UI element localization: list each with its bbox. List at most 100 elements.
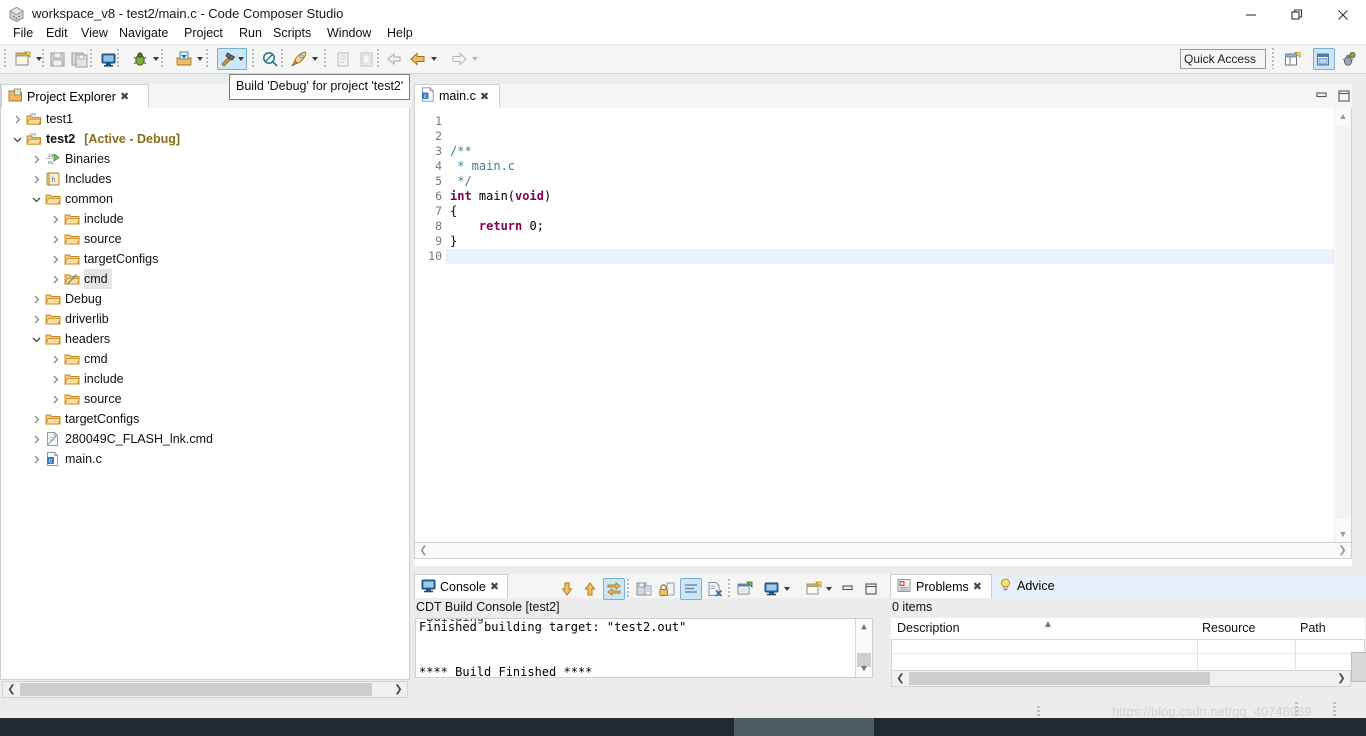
tree-item-test2[interactable]: ccs test2 [Active - Debug]	[9, 129, 180, 149]
code-line[interactable]: {	[450, 204, 457, 219]
tab-console[interactable]: Console ✖	[414, 574, 508, 598]
debug-icon[interactable]	[129, 48, 151, 70]
back-dropdown-icon[interactable]	[428, 48, 439, 70]
scroll-right-icon[interactable]: ❯	[390, 682, 407, 697]
hscroll-thumb[interactable]	[909, 672, 1210, 685]
editor-text-area[interactable]: 1 2 3 4 5 6 7 8 9 10 /** * main.c */int main(void…	[414, 108, 1352, 542]
remove-console-icon[interactable]	[704, 578, 726, 600]
editor-vscrollbar[interactable]: ▲ ▼	[1334, 108, 1351, 542]
chevron-down-icon[interactable]	[28, 329, 44, 349]
explorer-hscrollbar[interactable]: ❮ ❯	[2, 681, 408, 698]
menu-scripts[interactable]: Scripts	[266, 22, 318, 44]
scroll-down-icon[interactable]: ▼	[1335, 526, 1351, 542]
tree-item-driverlib[interactable]: driverlib	[28, 309, 113, 329]
new-file-icon[interactable]	[12, 48, 34, 70]
scroll-up-icon[interactable]: ▲	[1335, 108, 1351, 124]
chevron-right-icon[interactable]	[47, 269, 63, 289]
column-header-description[interactable]: Description ▲	[891, 618, 1196, 640]
tab-close-icon[interactable]: ✖	[480, 90, 489, 103]
tab-main-c[interactable]: c main.c ✖	[414, 84, 500, 108]
scroll-right-icon[interactable]: ❯	[1334, 543, 1351, 558]
tree-item-280049c-flash-lnk-cmd[interactable]: 280049C_FLASH_lnk.cmd	[28, 429, 217, 449]
chevron-right-icon[interactable]	[9, 109, 25, 129]
chevron-right-icon[interactable]	[47, 369, 63, 389]
scroll-down-icon[interactable]: ▼	[856, 661, 872, 677]
tree-item-binaries[interactable]: 10 01 Binaries	[28, 149, 114, 169]
pin-console-icon[interactable]	[603, 578, 625, 600]
launch-dropdown-icon[interactable]	[309, 48, 320, 70]
editor-hscrollbar[interactable]: ❮ ❯	[414, 542, 1352, 559]
code-line[interactable]: int main(void)	[450, 189, 551, 204]
lock-scroll-icon[interactable]	[656, 578, 678, 600]
menu-window[interactable]: Window	[320, 22, 378, 44]
tab-close-icon[interactable]: ✖	[120, 90, 129, 103]
launch-rocket-icon[interactable]	[288, 48, 310, 70]
ccs-debug-perspective-icon[interactable]	[1336, 48, 1358, 70]
menu-view[interactable]: View	[74, 22, 115, 44]
quick-access-input[interactable]: Quick Access	[1180, 49, 1266, 69]
display-console-dropdown-icon[interactable]	[781, 578, 792, 600]
tree-item-source[interactable]: source	[47, 389, 126, 409]
run-dropdown-icon[interactable]	[194, 48, 205, 70]
editor-maximize-button[interactable]	[1336, 88, 1352, 104]
open-console-icon[interactable]	[803, 578, 825, 600]
editor-code[interactable]: /** * main.c */int main(void){ return 0;…	[446, 108, 1335, 542]
code-line[interactable]: * main.c	[450, 159, 515, 174]
search-icon[interactable]	[259, 48, 281, 70]
back-arrow-icon[interactable]	[407, 48, 429, 70]
tab-close-icon[interactable]: ✖	[490, 580, 499, 593]
tree-item-cmd[interactable]: cmd	[47, 269, 112, 289]
vscroll-thumb[interactable]	[1336, 125, 1350, 519]
hscroll-thumb[interactable]	[20, 683, 372, 696]
tree-item-include[interactable]: include	[47, 369, 128, 389]
debug-dropdown-icon[interactable]	[150, 48, 161, 70]
code-line[interactable]: */	[450, 174, 471, 189]
new-target-config-icon[interactable]	[97, 48, 119, 70]
save-console-icon[interactable]	[633, 578, 655, 600]
chevron-right-icon[interactable]	[47, 209, 63, 229]
build-dropdown-icon[interactable]	[236, 48, 247, 70]
tree-item-test1[interactable]: ccs test1	[9, 109, 77, 129]
table-row[interactable]	[892, 654, 1364, 668]
chevron-right-icon[interactable]	[28, 309, 44, 329]
column-header-resource[interactable]: Resource	[1196, 618, 1294, 640]
chevron-right-icon[interactable]	[47, 389, 63, 409]
scroll-down-console-icon[interactable]	[556, 578, 578, 600]
tree-item-debug[interactable]: Debug	[28, 289, 106, 309]
column-header-path[interactable]: Path	[1294, 618, 1365, 640]
chevron-right-icon[interactable]	[28, 409, 44, 429]
chevron-right-icon[interactable]	[47, 249, 63, 269]
menu-help[interactable]: Help	[380, 22, 420, 44]
new-console-view-icon[interactable]	[734, 578, 756, 600]
tree-item-include[interactable]: include	[47, 209, 128, 229]
open-console-dropdown-icon[interactable]	[823, 578, 834, 600]
tab-project-explorer[interactable]: Project Explorer ✖	[1, 84, 149, 108]
tree-item-source[interactable]: source	[47, 229, 126, 249]
clear-console-icon[interactable]	[680, 578, 702, 600]
tree-item-main-c[interactable]: c main.c	[28, 449, 106, 469]
scroll-up-console-icon[interactable]	[579, 578, 601, 600]
tree-item-common[interactable]: common	[28, 189, 117, 209]
tree-item-targetconfigs[interactable]: targetConfigs	[28, 409, 143, 429]
display-console-icon[interactable]	[761, 578, 783, 600]
scroll-left-icon[interactable]: ❮	[415, 543, 432, 558]
tree-item-headers[interactable]: headers	[28, 329, 114, 349]
console-output[interactable]: 'Building' ▲ ▼ Finished building target:…	[415, 618, 873, 678]
problems-table-body[interactable]	[891, 640, 1365, 670]
code-line[interactable]: return 0;	[450, 219, 544, 234]
save-all-icon[interactable]	[69, 48, 91, 70]
chevron-right-icon[interactable]	[47, 349, 63, 369]
chevron-right-icon[interactable]	[47, 229, 63, 249]
tab-problems[interactable]: Problems ✖	[890, 574, 992, 598]
menu-project[interactable]: Project	[177, 22, 230, 44]
tab-advice[interactable]: Advice	[992, 574, 1080, 598]
console-minimize-button[interactable]	[840, 581, 856, 597]
scroll-left-icon[interactable]: ❮	[3, 682, 20, 697]
chevron-down-icon[interactable]	[9, 129, 25, 149]
scroll-right-icon[interactable]: ❯	[1333, 671, 1350, 686]
code-line[interactable]: }	[450, 234, 457, 249]
scroll-up-icon[interactable]: ▲	[856, 619, 872, 635]
menu-edit[interactable]: Edit	[39, 22, 75, 44]
tree-item-targetconfigs[interactable]: targetConfigs	[47, 249, 162, 269]
chevron-right-icon[interactable]	[28, 149, 44, 169]
